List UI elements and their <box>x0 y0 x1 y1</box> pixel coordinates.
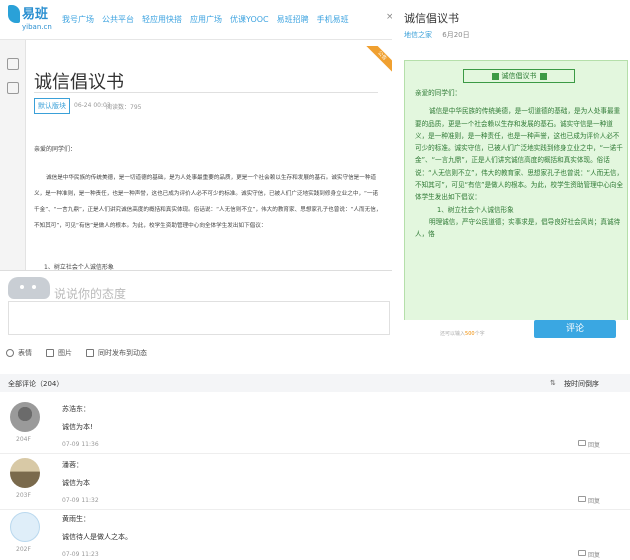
site-logo[interactable]: 易班 yiban.cn <box>8 3 52 37</box>
emoji-icon <box>6 349 14 357</box>
doc-sub2: 明理诚信，严守公民道德；实事求是，倡导良好社会风尚；真诚待人，恪 <box>415 217 621 239</box>
reply-icon[interactable] <box>578 440 586 446</box>
commenter-name[interactable]: 黄雨生： <box>62 514 90 524</box>
document-image: 诚信倡议书 亲爱的同学们： 诚信是中华民族的传统美德，是一切道德的基础，是为人处… <box>404 60 628 332</box>
reply-button[interactable]: 回复 <box>588 440 600 449</box>
comment-input-panel: 说说你的态度 <box>0 270 392 340</box>
comment-item: 202F 黄雨生： 诚信待人是做人之本。 07-09 11:23 回复 <box>0 506 630 560</box>
reply-icon[interactable] <box>578 496 586 502</box>
notice-ribbon: 公告 <box>366 46 392 72</box>
emoji-option[interactable]: 表情 <box>6 348 32 358</box>
nav-item[interactable]: 优课YOOC <box>230 14 269 25</box>
reply-icon[interactable] <box>578 550 586 556</box>
divider <box>34 92 378 93</box>
comment-text: 诚信为本! <box>62 423 93 431</box>
doc-sub1: 1、树立社会个人诚信形象 <box>437 205 514 214</box>
comment-text: 诚信待人是做人之本。 <box>62 533 132 541</box>
avatar[interactable] <box>10 458 40 488</box>
article-title: 诚信倡议书 <box>34 72 124 93</box>
nav-item[interactable]: 应用广场 <box>190 14 222 25</box>
doc-body: 诚信是中华民族的传统美德，是一切道德的基础，是为人处事最重要的品质，更是一个社会… <box>415 107 624 202</box>
share-option[interactable]: 同时发布到动态 <box>86 348 147 358</box>
comment-placeholder: 说说你的态度 <box>54 287 127 301</box>
right-title: 诚信倡议书 <box>404 12 459 25</box>
nav-item[interactable]: 我号广场 <box>62 14 94 25</box>
reply-button[interactable]: 回复 <box>588 550 600 559</box>
comment-time: 07-09 11:36 <box>62 441 99 448</box>
page: 易班 yiban.cn 我号广场 公共平台 轻应用快搭 应用广场 优课YOOC … <box>0 0 630 560</box>
nav-item[interactable]: 轻应用快搭 <box>142 14 182 25</box>
logo-subtext: yiban.cn <box>22 23 52 31</box>
layout-icon[interactable] <box>7 58 19 70</box>
article-greeting: 亲爱的同学们： <box>34 146 77 153</box>
logo-text: 易班 <box>22 7 49 22</box>
commenter-name[interactable]: 苏浩东： <box>62 404 90 414</box>
document-header: 诚信倡议书 <box>463 69 575 83</box>
floor-number: 203F <box>16 492 31 499</box>
reply-button[interactable]: 回复 <box>588 496 600 505</box>
left-tool-strip <box>0 40 26 300</box>
commenter-name[interactable]: 潘蓉： <box>62 460 83 470</box>
main-nav: 我号广场 公共平台 轻应用快搭 应用广场 优课YOOC 易班招聘 手机易班 <box>62 14 349 25</box>
avatar[interactable] <box>10 402 40 432</box>
right-date: 6月20日 <box>442 31 470 39</box>
comment-text: 诚信为本 <box>62 479 90 487</box>
floor-number: 204F <box>16 436 31 443</box>
comment-time: 07-09 11:23 <box>62 551 99 558</box>
doc-greeting: 亲爱的同学们： <box>415 89 462 97</box>
submit-comment-button[interactable]: 评论 <box>534 320 616 338</box>
article-panel: 公告 诚信倡议书 默认版块 06-24 00:03 阅读数：795 亲爱的同学们… <box>26 40 392 300</box>
nav-item[interactable]: 公共平台 <box>102 14 134 25</box>
avatar[interactable] <box>10 512 40 542</box>
sort-icon[interactable]: ⇅ <box>550 379 556 387</box>
comment-item: 203F 潘蓉： 诚信为本 07-09 11:32 回复 <box>0 452 630 510</box>
sort-button[interactable]: 按时间倒序 <box>564 379 599 389</box>
author-link[interactable]: 地信之家 <box>404 31 432 39</box>
document-text: 亲爱的同学们： 诚信是中华民族的传统美德，是一切道德的基础，是为人处事最重要的品… <box>415 87 625 241</box>
comment-time: 07-09 11:32 <box>62 497 99 504</box>
image-option[interactable]: 图片 <box>46 348 72 358</box>
nav-item[interactable]: 易班招聘 <box>277 14 309 25</box>
comment-textarea[interactable] <box>8 301 390 335</box>
comments-count: 全部评论（204） <box>8 380 64 388</box>
floor-number: 202F <box>16 546 31 553</box>
checkbox-icon[interactable] <box>86 349 94 357</box>
article-body: 诚信是中华民族的传统美德，是一切道德的基础，是为人处事最重要的品质，更是一个社会… <box>34 175 382 229</box>
mascot-icon <box>8 277 50 299</box>
nav-item[interactable]: 手机易班 <box>317 14 349 25</box>
comments-header: 全部评论（204） ⇅ 按时间倒序 <box>0 374 630 392</box>
right-meta: 地信之家 6月20日 <box>404 30 478 40</box>
logo-icon <box>8 5 20 23</box>
right-column: 诚信倡议书 地信之家 6月20日 诚信倡议书 亲爱的同学们： 诚信是中华民族的传… <box>392 0 630 332</box>
article-views: 阅读数：795 <box>106 104 142 111</box>
char-limit: 还可以输入500个字 <box>440 331 485 337</box>
comment-item: 204F 苏浩东： 诚信为本! 07-09 11:36 回复 <box>0 396 630 454</box>
category-tag[interactable]: 默认版块 <box>34 98 70 114</box>
top-nav-bar: 易班 yiban.cn 我号广场 公共平台 轻应用快搭 应用广场 优课YOOC … <box>0 0 394 40</box>
image-icon <box>46 349 54 357</box>
comment-icon[interactable] <box>7 82 19 94</box>
submit-row: 还可以输入500个字 评论 <box>392 320 630 342</box>
comment-options: 表情 图片 同时发布到动态 <box>6 348 147 358</box>
